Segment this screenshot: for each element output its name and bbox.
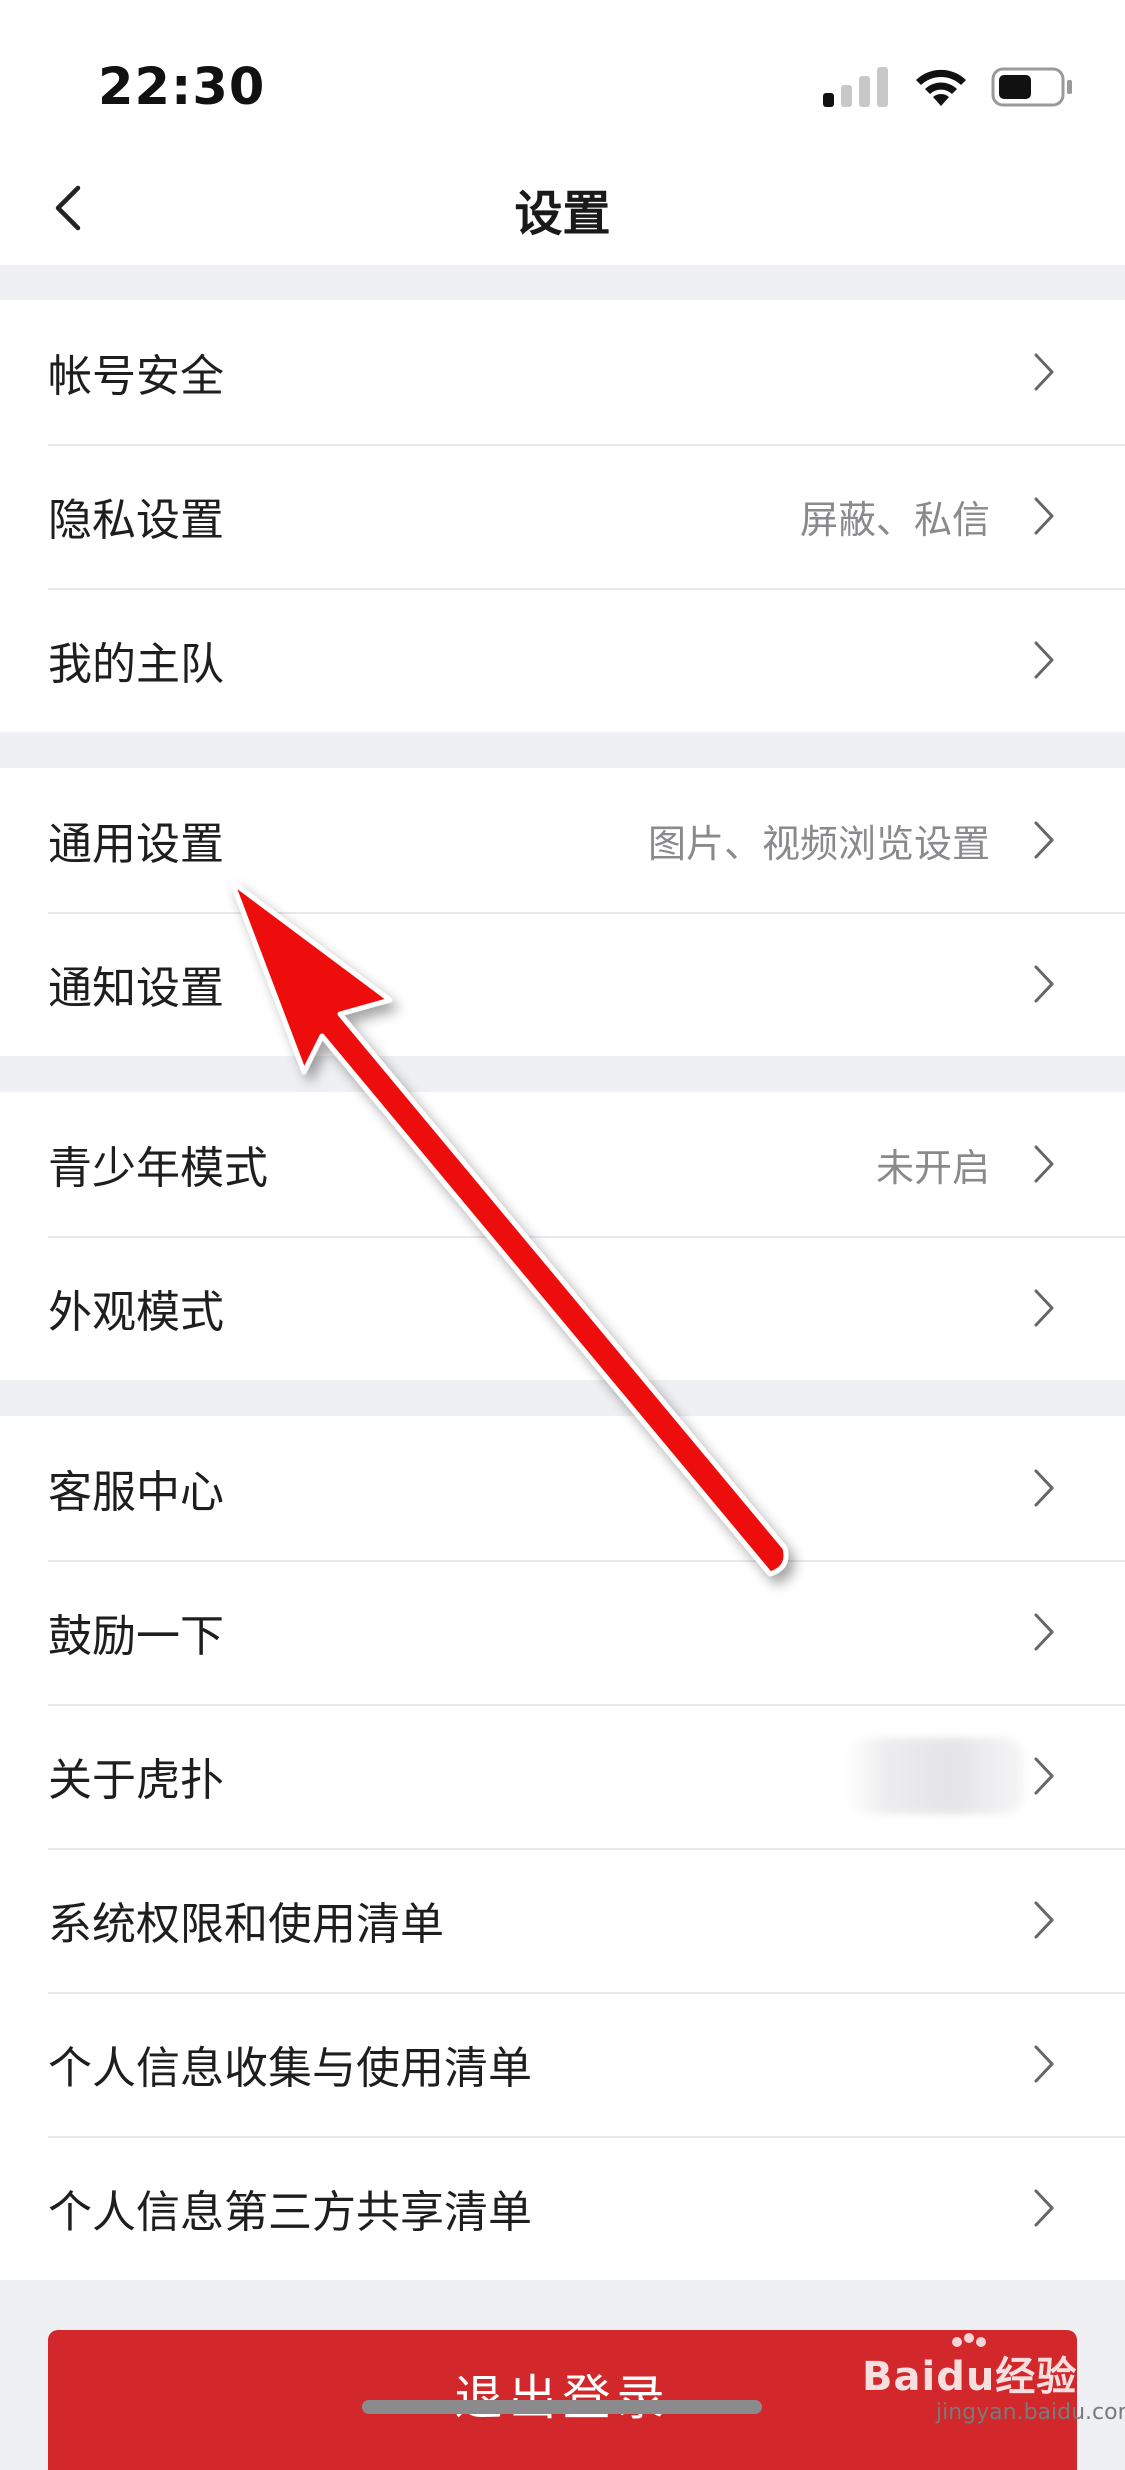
settings-row-appearance[interactable]: 外观模式 (0, 1236, 1125, 1380)
chevron-right-icon (1034, 2189, 1054, 2227)
row-label: 隐私设置 (48, 495, 224, 546)
settings-row-encourage[interactable]: 鼓励一下 (0, 1560, 1125, 1704)
settings-row-customer-service[interactable]: 客服中心 (0, 1416, 1125, 1560)
settings-row-account-security[interactable]: 帐号安全 (0, 300, 1125, 444)
chevron-right-icon (1034, 1613, 1054, 1651)
row-label: 我的主队 (48, 639, 224, 690)
row-value: 图片、视频浏览设置 (647, 821, 990, 866)
settings-row-notifications[interactable]: 通知设置 (0, 912, 1125, 1056)
settings-row-system-permissions[interactable]: 系统权限和使用清单 (0, 1848, 1125, 1992)
row-label: 青少年模式 (48, 1143, 268, 1194)
settings-row-third-party-sharing[interactable]: 个人信息第三方共享清单 (0, 2136, 1125, 2280)
row-label: 帐号安全 (48, 351, 224, 402)
chevron-right-icon (1034, 1901, 1054, 1939)
settings-row-teen-mode[interactable]: 青少年模式 未开启 (0, 1092, 1125, 1236)
settings-row-about[interactable]: 关于虎扑 (0, 1704, 1125, 1848)
row-label: 通知设置 (48, 963, 224, 1014)
watermark-brand: Baidu经验 (862, 2354, 1078, 2400)
row-value: 屏蔽、私信 (799, 497, 990, 542)
page-title: 设置 (514, 186, 611, 242)
settings-group-display: 青少年模式 未开启 外观模式 (0, 1092, 1125, 1380)
watermark-url: jingyan.baidu.com (936, 2400, 1125, 2425)
chevron-right-icon (1034, 1145, 1054, 1183)
chevron-right-icon (1034, 1289, 1054, 1327)
chevron-right-icon (1034, 821, 1054, 859)
row-label: 鼓励一下 (48, 1611, 224, 1662)
status-icons (823, 64, 1073, 110)
row-label: 外观模式 (48, 1287, 224, 1338)
status-time: 22:30 (98, 58, 266, 117)
settings-row-personal-info-collection[interactable]: 个人信息收集与使用清单 (0, 1992, 1125, 2136)
row-value: 未开启 (875, 1145, 990, 1190)
wifi-icon (916, 69, 966, 106)
version-blurred (845, 1738, 1025, 1814)
chevron-right-icon (1034, 2045, 1054, 2083)
settings-row-general[interactable]: 通用设置 图片、视频浏览设置 (0, 768, 1125, 912)
status-bar: 22:30 (0, 0, 1125, 150)
chevron-right-icon (1034, 497, 1054, 535)
settings-row-privacy[interactable]: 隐私设置 屏蔽、私信 (0, 444, 1125, 588)
settings-row-home-team[interactable]: 我的主队 (0, 588, 1125, 732)
settings-group-account: 帐号安全 隐私设置 屏蔽、私信 我的主队 (0, 300, 1125, 732)
settings-group-about: 客服中心 鼓励一下 关于虎扑 系统权限和使用清单 个人信息收集与使用清单 个人信… (0, 1416, 1125, 2280)
row-label: 系统权限和使用清单 (48, 1899, 444, 1950)
row-label: 客服中心 (48, 1467, 224, 1518)
battery-icon (991, 67, 1072, 107)
chevron-right-icon (1034, 1757, 1054, 1795)
row-label: 个人信息收集与使用清单 (48, 2043, 532, 2094)
settings-group-general: 通用设置 图片、视频浏览设置 通知设置 (0, 768, 1125, 1056)
chevron-right-icon (1034, 1469, 1054, 1507)
row-label: 关于虎扑 (48, 1755, 224, 1806)
cellular-signal-icon (823, 67, 888, 107)
row-label: 通用设置 (48, 819, 224, 870)
chevron-right-icon (1034, 965, 1054, 1003)
chevron-right-icon (1034, 353, 1054, 391)
navigation-bar: 设置 (0, 150, 1125, 265)
row-label: 个人信息第三方共享清单 (48, 2187, 532, 2238)
chevron-right-icon (1034, 641, 1054, 679)
home-indicator (362, 2400, 762, 2414)
